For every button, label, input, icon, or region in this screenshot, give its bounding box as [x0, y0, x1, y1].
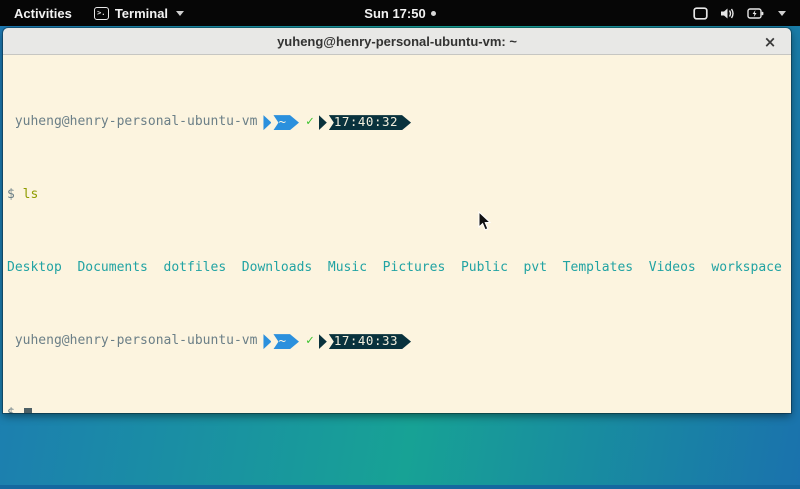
top-bar: Activities >. Terminal Sun 17:50: [0, 0, 800, 26]
system-status-area[interactable]: [693, 7, 800, 20]
battery-charging-icon: [747, 7, 764, 20]
prompt-username: yuheng@henry-personal-ubuntu-vm: [7, 334, 257, 349]
directory-entry: Public: [461, 260, 508, 275]
app-menu-label: Terminal: [115, 6, 168, 21]
input-line[interactable]: $: [7, 407, 791, 413]
powerline-time-segment: 17:40:32: [329, 115, 411, 130]
prompt-username: yuheng@henry-personal-ubuntu-vm: [7, 115, 257, 130]
directory-entry: Downloads: [242, 260, 312, 275]
top-bar-left: Activities >. Terminal: [0, 4, 693, 23]
directory-entry: dotfiles: [164, 260, 227, 275]
directory-entry: Pictures: [383, 260, 446, 275]
chevron-down-icon: [176, 11, 184, 16]
directory-entry: Documents: [77, 260, 147, 275]
directory-entry: pvt: [524, 260, 547, 275]
activities-button[interactable]: Activities: [10, 4, 76, 23]
display-icon: [693, 7, 708, 20]
powerline-chevron-icon: [263, 115, 271, 130]
command-line: $ ls: [7, 188, 791, 203]
shell-prompt-symbol: $: [7, 187, 23, 202]
powerline-path-segment: ~: [273, 334, 299, 349]
typed-command: ls: [23, 187, 39, 202]
powerline-path-segment: ~: [273, 115, 299, 130]
volume-icon: [720, 7, 735, 20]
powerline-chevron-icon: [319, 115, 327, 130]
terminal-content[interactable]: yuheng@henry-personal-ubuntu-vm ~ ✓ 17:4…: [3, 55, 791, 413]
directory-entry: Videos: [649, 260, 696, 275]
prompt-line-1: yuheng@henry-personal-ubuntu-vm ~ ✓ 17:4…: [7, 115, 791, 130]
prompt-line-2: yuheng@henry-personal-ubuntu-vm ~ ✓ 17:4…: [7, 334, 791, 349]
close-button[interactable]: ×: [759, 28, 781, 55]
system-menu-chevron-icon: [778, 11, 786, 16]
status-check-icon: ✓: [306, 334, 314, 349]
directory-entry: Templates: [563, 260, 633, 275]
ls-output-line: Desktop Documents dotfiles Downloads Music Pi…: [7, 261, 791, 276]
directory-entry: Desktop: [7, 260, 62, 275]
powerline-time-segment: 17:40:33: [329, 334, 411, 349]
directory-entry: workspace: [711, 260, 781, 275]
shell-prompt-symbol: $: [7, 406, 23, 413]
app-menu-terminal[interactable]: >. Terminal: [94, 6, 184, 21]
terminal-icon: >.: [94, 7, 109, 20]
powerline-chevron-icon: [263, 334, 271, 349]
window-titlebar[interactable]: yuheng@henry-personal-ubuntu-vm: ~ ×: [3, 28, 791, 55]
clock-button[interactable]: Sun 17:50: [364, 6, 425, 21]
window-title: yuheng@henry-personal-ubuntu-vm: ~: [277, 34, 517, 49]
powerline-chevron-icon: [319, 334, 327, 349]
text-cursor: [24, 408, 32, 413]
directory-entry: Music: [328, 260, 367, 275]
status-check-icon: ✓: [306, 115, 314, 130]
desktop-bottom-edge: [0, 485, 800, 489]
terminal-window: yuheng@henry-personal-ubuntu-vm: ~ × yuh…: [3, 28, 791, 413]
